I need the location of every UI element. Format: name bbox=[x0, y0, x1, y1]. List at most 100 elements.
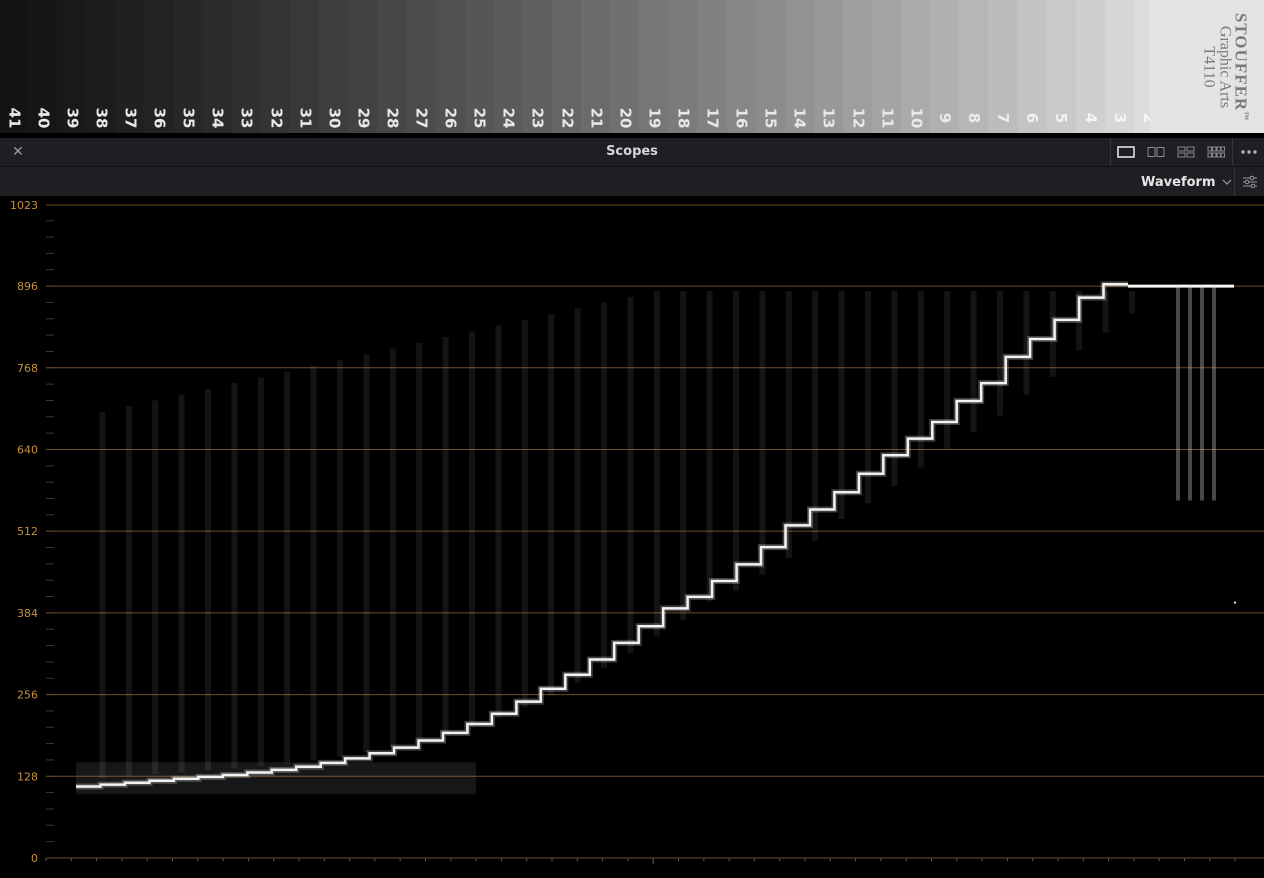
layout-switcher bbox=[1110, 138, 1231, 166]
wedge-step: 34 bbox=[202, 0, 233, 133]
step-number: 8 bbox=[965, 112, 984, 124]
dual-view-icon[interactable] bbox=[1145, 143, 1167, 161]
axis-label: 256 bbox=[17, 689, 38, 702]
step-number: 37 bbox=[121, 107, 140, 129]
wedge-step: 41 bbox=[0, 0, 30, 133]
wedge-step: 9 bbox=[930, 0, 961, 133]
step-number: 9 bbox=[936, 112, 955, 124]
step-number: 33 bbox=[237, 107, 256, 129]
step-number: 36 bbox=[150, 107, 169, 129]
step-number: 34 bbox=[208, 107, 227, 129]
step-number: 27 bbox=[412, 107, 431, 129]
wedge-step: 37 bbox=[115, 0, 146, 133]
waveform-dot bbox=[1233, 601, 1237, 604]
panel-title: Scopes bbox=[606, 144, 658, 159]
brand-subtitle: Graphic Arts bbox=[1216, 25, 1234, 108]
wedge-step: 27 bbox=[406, 0, 437, 133]
scope-mode-label: Waveform bbox=[1141, 174, 1216, 190]
step-number: 3 bbox=[1110, 112, 1129, 124]
quad-view-icon[interactable] bbox=[1175, 143, 1197, 161]
wedge-step: 22 bbox=[551, 0, 582, 133]
step-number: 17 bbox=[703, 107, 722, 129]
step-number: 20 bbox=[616, 107, 635, 129]
app-window: 41 40 39 38 37 36 35 34 33 32 31 30 29 28 27 26 25 24 23 22… bbox=[0, 0, 1264, 878]
wedge-step: 12 bbox=[842, 0, 873, 133]
wedge-step: 5 bbox=[1046, 0, 1077, 133]
step-number: 29 bbox=[354, 107, 373, 129]
wedge-step: 10 bbox=[901, 0, 932, 133]
close-icon[interactable]: ✕ bbox=[8, 142, 28, 162]
step-number: 15 bbox=[761, 107, 780, 129]
step-number: 23 bbox=[528, 107, 547, 129]
step-number: 19 bbox=[645, 107, 664, 129]
wedge-step: 28 bbox=[377, 0, 408, 133]
settings-sliders-icon[interactable] bbox=[1234, 167, 1264, 196]
wedge-step: 18 bbox=[668, 0, 699, 133]
wedge-step: 35 bbox=[173, 0, 204, 133]
wedge-step: 31 bbox=[290, 0, 321, 133]
wedge-step: 36 bbox=[144, 0, 175, 133]
wedge-step: 39 bbox=[57, 0, 88, 133]
step-number: 12 bbox=[848, 107, 867, 129]
axis-label: 896 bbox=[17, 280, 38, 293]
step-number: 7 bbox=[994, 112, 1013, 124]
wedge-step: 29 bbox=[348, 0, 379, 133]
wedge-step: 8 bbox=[959, 0, 990, 133]
wedge-step: 3 bbox=[1104, 0, 1135, 133]
axis-label: 384 bbox=[17, 607, 38, 620]
step-number: 18 bbox=[674, 107, 693, 129]
step-number: 16 bbox=[732, 107, 751, 129]
axis-label: 768 bbox=[17, 362, 38, 375]
wedge-step: 6 bbox=[1017, 0, 1048, 133]
step-number: 32 bbox=[266, 107, 285, 129]
step-number: 21 bbox=[587, 107, 606, 129]
wedge-step: 23 bbox=[522, 0, 553, 133]
wedge-step: 11 bbox=[872, 0, 903, 133]
step-number: 28 bbox=[383, 107, 402, 129]
step-number: 6 bbox=[1023, 112, 1042, 124]
step-number: 39 bbox=[63, 107, 82, 129]
wedge-step: 20 bbox=[610, 0, 641, 133]
wedge-step: 13 bbox=[813, 0, 844, 133]
brand-name: STOUFFER bbox=[1231, 12, 1251, 111]
brand-mark: STOUFFER™ Graphic Arts T4110 bbox=[1190, 0, 1264, 133]
scopes-titlebar: ✕ Scopes bbox=[0, 138, 1264, 167]
step-number: 26 bbox=[441, 107, 460, 129]
wedge-step: 32 bbox=[260, 0, 291, 133]
wedge-step: 19 bbox=[639, 0, 670, 133]
axis-label: 128 bbox=[17, 770, 38, 783]
step-wedge-preview: 41 40 39 38 37 36 35 34 33 32 31 30 29 28 27 26 25 24 23 22… bbox=[0, 0, 1264, 133]
step-number: 4 bbox=[1081, 112, 1100, 124]
wedge-step: 33 bbox=[231, 0, 262, 133]
wedge-step: 4 bbox=[1075, 0, 1106, 133]
step-number: 30 bbox=[325, 107, 344, 129]
waveform-scope: 1023 896 768 640 512 384 256 128 0 bbox=[0, 196, 1264, 878]
step-number: 38 bbox=[92, 107, 111, 129]
step-number: 31 bbox=[296, 107, 315, 129]
wedge-step: 7 bbox=[988, 0, 1019, 133]
multi-view-icon[interactable] bbox=[1205, 143, 1227, 161]
step-wedge: 41 40 39 38 37 36 35 34 33 32 31 30 29 28 27 26 25 24 23 22… bbox=[0, 0, 1264, 133]
wedge-step: 17 bbox=[697, 0, 728, 133]
chevron-down-icon bbox=[1222, 179, 1232, 185]
wedge-step: 25 bbox=[464, 0, 495, 133]
wedge-step: 24 bbox=[493, 0, 524, 133]
wedge-step: 30 bbox=[319, 0, 350, 133]
step-number: 25 bbox=[470, 107, 489, 129]
axis-label: 512 bbox=[17, 525, 38, 538]
wedge-step: 26 bbox=[435, 0, 466, 133]
step-number: 35 bbox=[179, 107, 198, 129]
wedge-step: 40 bbox=[28, 0, 59, 133]
step-number: 24 bbox=[499, 107, 518, 129]
step-number: 22 bbox=[557, 107, 576, 129]
trademark: ™ bbox=[1240, 110, 1251, 121]
brand-model: T4110 bbox=[1200, 45, 1218, 88]
scope-toolbar: Waveform bbox=[0, 167, 1264, 196]
single-view-icon[interactable] bbox=[1115, 143, 1137, 161]
waveform-plot: 1023 896 768 640 512 384 256 128 0 bbox=[10, 199, 1264, 865]
scope-mode-dropdown[interactable]: Waveform bbox=[1136, 170, 1232, 194]
wedge-step: 14 bbox=[784, 0, 815, 133]
more-icon[interactable] bbox=[1232, 138, 1264, 166]
axis-label: 1023 bbox=[10, 199, 38, 212]
step-number: 14 bbox=[790, 107, 809, 129]
